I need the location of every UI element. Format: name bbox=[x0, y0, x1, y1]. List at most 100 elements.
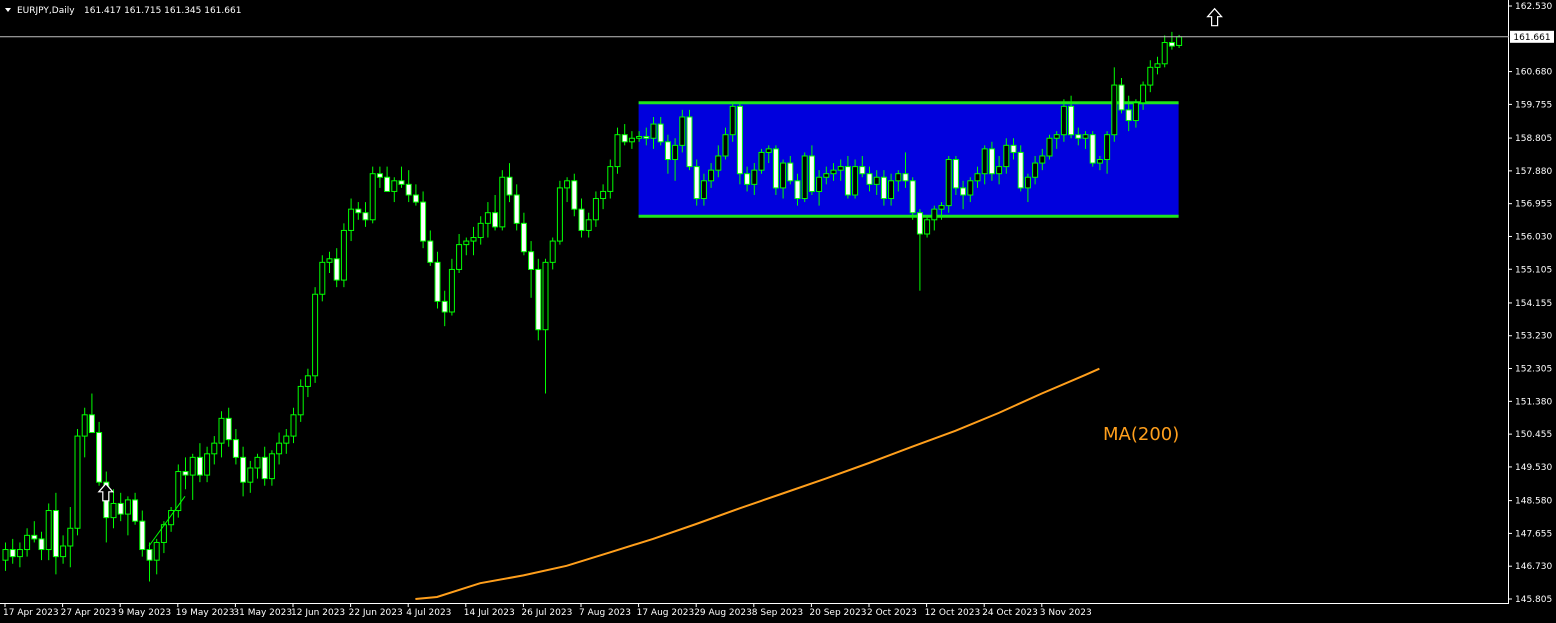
y-tick-label: 154.155 bbox=[1515, 299, 1552, 309]
x-tick-label: 29 Aug 2023 bbox=[694, 608, 752, 618]
candle-body-bear bbox=[261, 456, 268, 480]
candle-body-bear bbox=[1089, 134, 1096, 164]
x-tick-label: 27 Apr 2023 bbox=[61, 608, 117, 618]
candle-body-bear bbox=[434, 261, 441, 302]
candle-body-bear bbox=[772, 148, 779, 189]
candle-body-bull bbox=[996, 166, 1003, 175]
x-tick-label: 22 Jun 2023 bbox=[349, 608, 403, 618]
candle-body-bull bbox=[470, 237, 477, 242]
candle[interactable] bbox=[1046, 134, 1053, 160]
chart-window[interactable]: 162.530 160.680 159.755 158.805 157.880 156.9… bbox=[0, 0, 1556, 623]
candle-body-bear bbox=[196, 456, 203, 476]
candle[interactable] bbox=[1089, 131, 1096, 167]
candle[interactable] bbox=[693, 159, 700, 206]
x-tick-label: 7 Aug 2023 bbox=[579, 608, 631, 618]
candle[interactable] bbox=[535, 258, 542, 341]
candle[interactable] bbox=[74, 428, 81, 536]
x-tick-label: 19 May 2023 bbox=[176, 608, 235, 618]
candle-body-bear bbox=[736, 105, 743, 175]
candle-body-bull bbox=[888, 180, 895, 200]
current-price-tag: 161.661 bbox=[1510, 30, 1554, 43]
candle-body-bear bbox=[909, 180, 916, 214]
price-chart[interactable]: 162.530 160.680 159.755 158.805 157.880 156.9… bbox=[0, 0, 1556, 623]
candle-body-bull bbox=[369, 173, 376, 221]
x-tick-label: 31 May 2023 bbox=[233, 608, 292, 618]
candle-body-bear bbox=[657, 123, 664, 143]
candle-body-bull bbox=[283, 435, 290, 444]
x-tick-label: 8 Sep 2023 bbox=[752, 608, 803, 618]
candle-body-bull bbox=[1140, 84, 1147, 104]
x-tick-label: 4 Jul 2023 bbox=[406, 608, 451, 618]
candle[interactable] bbox=[340, 223, 347, 288]
x-tick-label: 12 Jun 2023 bbox=[291, 608, 345, 618]
candle-body-bear bbox=[225, 417, 232, 441]
candle[interactable] bbox=[614, 127, 621, 174]
candle-body-bear bbox=[528, 251, 535, 270]
candle[interactable] bbox=[319, 255, 326, 302]
candle-body-bear bbox=[88, 414, 95, 434]
candle-body-bull bbox=[477, 222, 484, 239]
candle-body-bull bbox=[499, 176, 506, 228]
candle[interactable] bbox=[736, 102, 743, 185]
candle[interactable] bbox=[175, 464, 182, 518]
y-tick-label: 150.455 bbox=[1515, 430, 1552, 440]
y-tick-label: 151.380 bbox=[1515, 397, 1552, 407]
candle-body-bull bbox=[110, 502, 117, 519]
candle-body-bull bbox=[607, 166, 614, 192]
candle-body-bear bbox=[52, 510, 59, 558]
candle[interactable] bbox=[312, 287, 319, 383]
ohlc-values: 161.417 161.715 161.345 161.661 bbox=[84, 6, 241, 16]
candle-body-bear bbox=[787, 162, 794, 182]
candle-body-bear bbox=[664, 141, 671, 161]
candle-body-bull bbox=[700, 180, 707, 200]
y-tick-label: 149.530 bbox=[1515, 463, 1552, 473]
candle-body-bull bbox=[1147, 66, 1154, 86]
candle[interactable] bbox=[945, 155, 952, 213]
candle[interactable] bbox=[924, 216, 931, 238]
candle-body-bull bbox=[1161, 42, 1168, 65]
candle-body-bear bbox=[1168, 42, 1175, 47]
x-tick-label: 17 Apr 2023 bbox=[3, 608, 59, 618]
y-tick-label: 147.655 bbox=[1515, 529, 1552, 539]
candle-body-bull bbox=[564, 180, 571, 189]
candle-body-bull bbox=[276, 442, 283, 455]
candle-body-bear bbox=[535, 268, 542, 331]
candle[interactable] bbox=[758, 148, 765, 174]
candle-body-bull bbox=[895, 173, 902, 182]
x-tick-label: 14 Jul 2023 bbox=[464, 608, 515, 618]
candle-body-bear bbox=[520, 222, 527, 253]
candle-body-bull bbox=[319, 261, 326, 295]
candle-body-bull bbox=[628, 137, 635, 143]
candle-body-bear bbox=[794, 180, 801, 200]
candle-body-bear bbox=[1118, 84, 1125, 111]
candle-body-bull bbox=[945, 159, 952, 207]
candle-body-bull bbox=[830, 169, 837, 175]
candle[interactable] bbox=[1017, 145, 1024, 192]
candle-body-bull bbox=[304, 375, 311, 387]
x-tick-label: 24 Oct 2023 bbox=[982, 608, 1038, 618]
candle[interactable] bbox=[772, 145, 779, 195]
candle[interactable] bbox=[499, 170, 506, 231]
candle-body-bear bbox=[146, 549, 153, 561]
candle-body-bull bbox=[290, 414, 297, 437]
candle-body-bull bbox=[672, 144, 679, 161]
candle-body-bull bbox=[254, 456, 261, 469]
candle-body-bear bbox=[880, 176, 887, 200]
candle-body-bull bbox=[81, 414, 88, 437]
candle-body-bull bbox=[1132, 102, 1139, 122]
candle-body-bear bbox=[240, 456, 247, 483]
candle-body-bull bbox=[715, 155, 722, 171]
candle-body-bear bbox=[117, 502, 124, 515]
candle[interactable] bbox=[369, 166, 376, 224]
y-tick-label: 152.305 bbox=[1515, 365, 1552, 375]
candle-body-bear bbox=[398, 180, 405, 185]
candle-body-bear bbox=[132, 499, 139, 522]
candle-body-bull bbox=[189, 456, 196, 476]
candle[interactable] bbox=[686, 109, 693, 171]
candle[interactable] bbox=[801, 152, 808, 203]
y-tick-label: 148.580 bbox=[1515, 497, 1552, 507]
candle-body-bull bbox=[592, 198, 599, 221]
candle-body-bear bbox=[866, 173, 873, 185]
candle-body-bear bbox=[1075, 134, 1082, 139]
candle[interactable] bbox=[556, 180, 563, 245]
